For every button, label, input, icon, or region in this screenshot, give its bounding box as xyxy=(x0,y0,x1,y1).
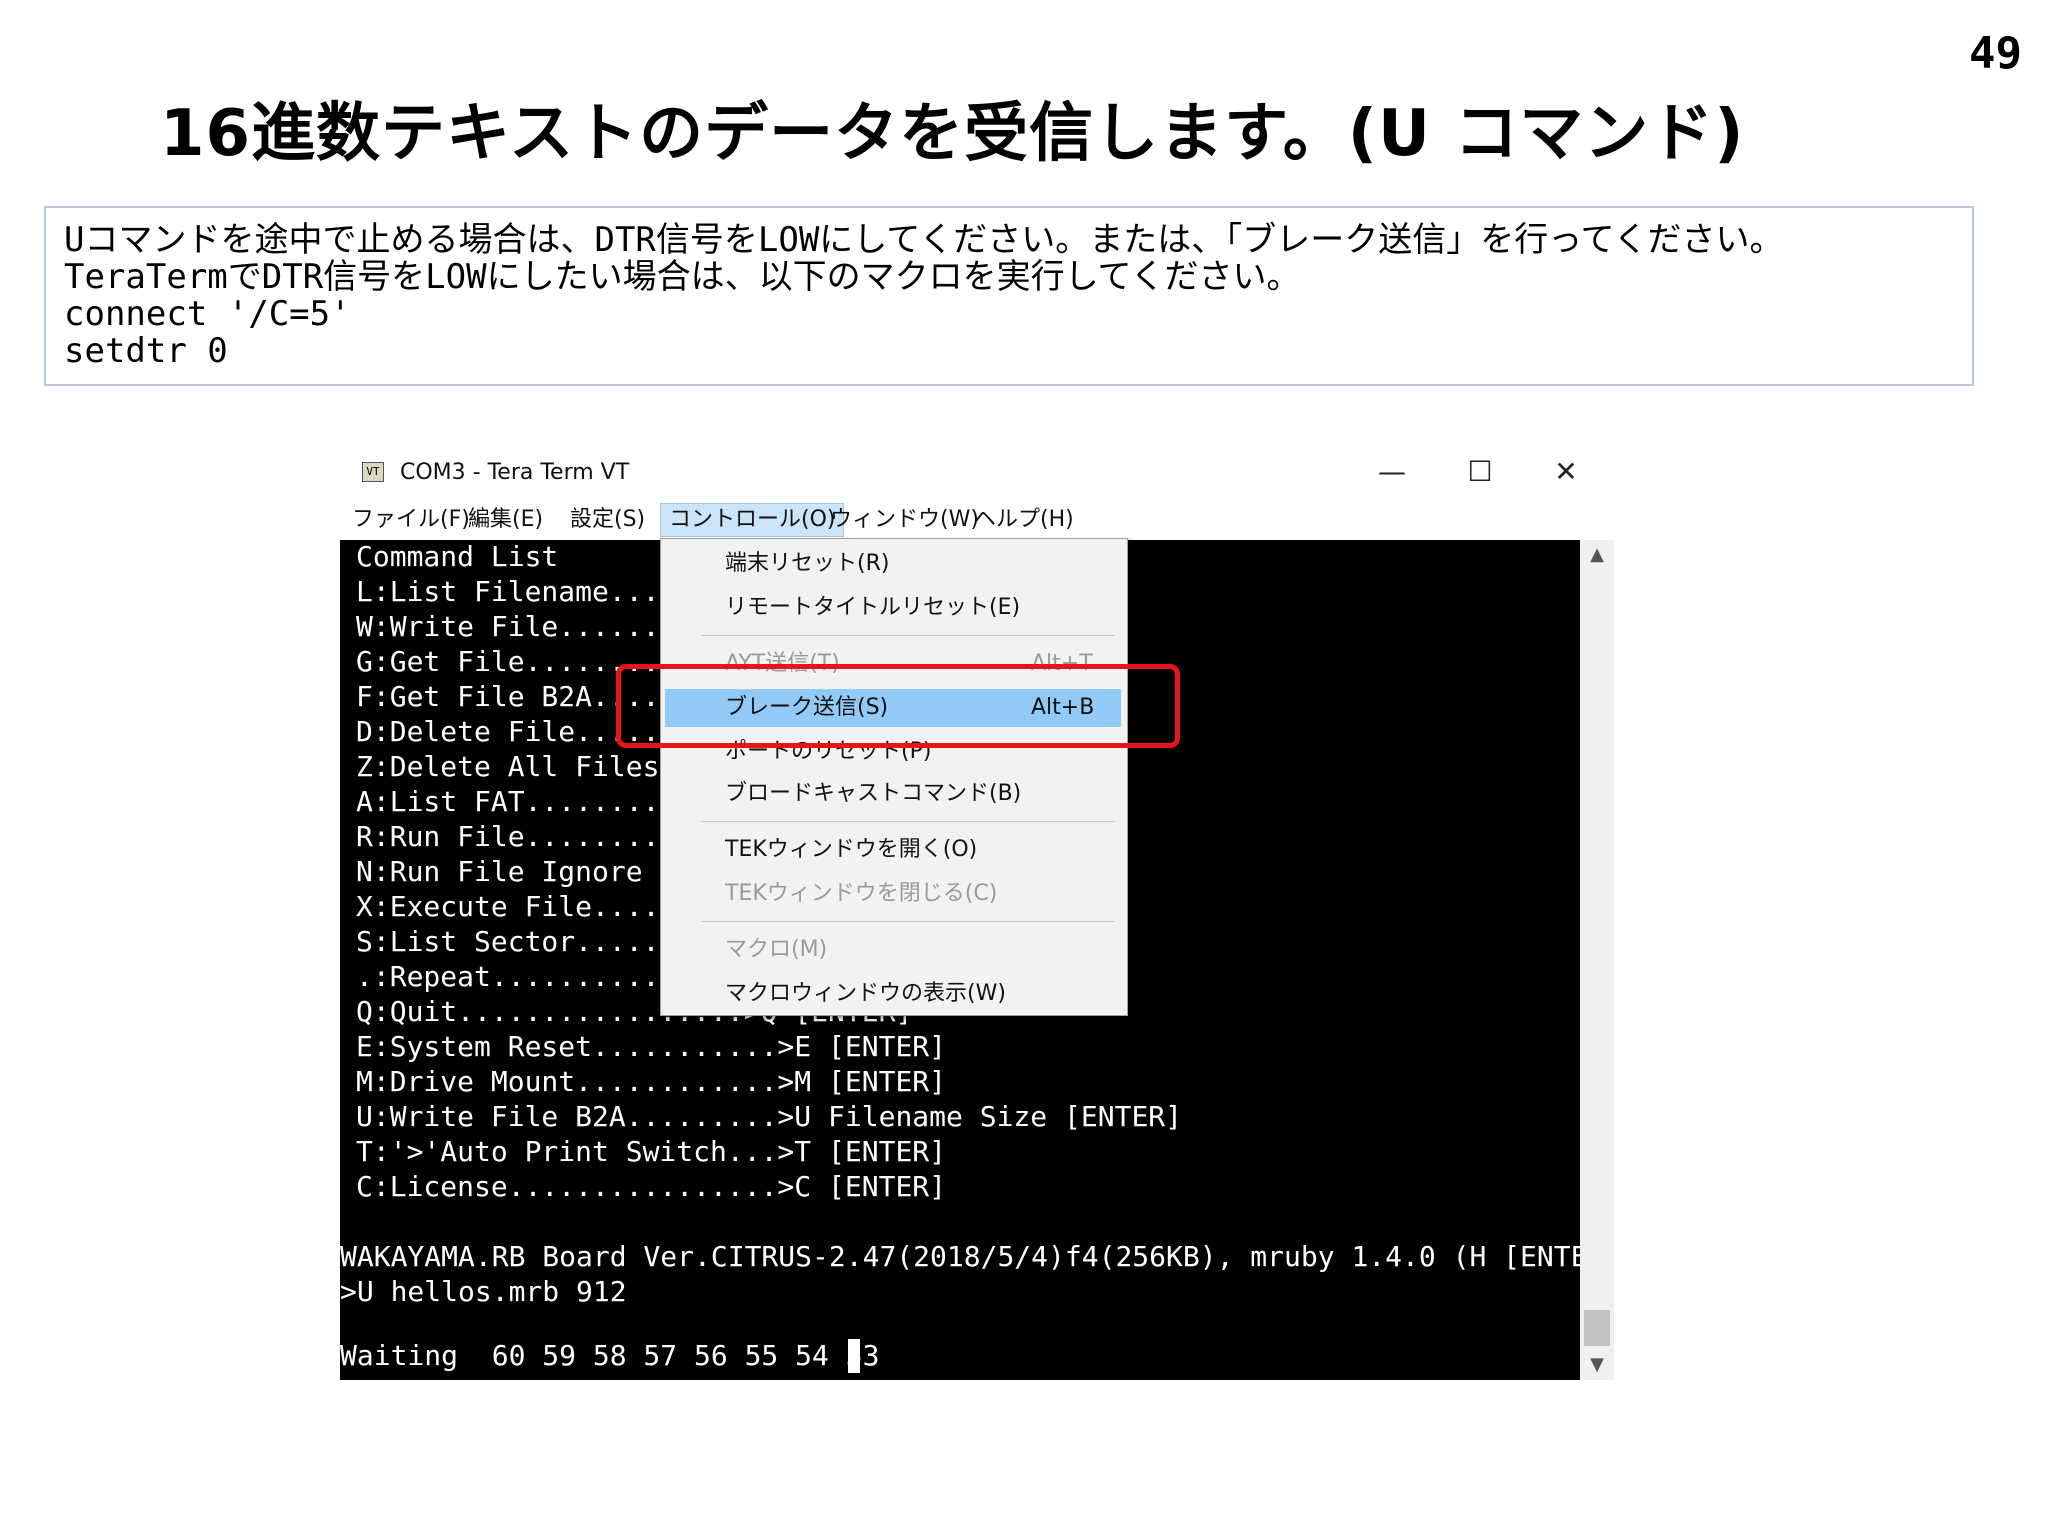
menu-item-close-tek: TEKウィンドウを閉じる(C) xyxy=(725,881,998,906)
page-number: 49 xyxy=(1969,28,2022,79)
terminal-line: M:Drive Mount............>M [ENTER] xyxy=(356,1065,947,1098)
terminal-line: T:'>'Auto Print Switch...>T [ENTER] xyxy=(356,1135,947,1168)
minimize-button[interactable]: — xyxy=(1364,454,1420,490)
menu-item-open-tek[interactable]: TEKウィンドウを開く(O) xyxy=(665,831,1121,869)
terminal-line: A:List FAT......... xyxy=(356,785,677,818)
terminal-line: WAKAYAMA.RB Board Ver.CITRUS-2.47(2018/5… xyxy=(340,1240,1580,1273)
menu-item-macro: マクロ(M) xyxy=(725,937,828,962)
terminal-line: W:Write File....... xyxy=(356,610,677,643)
menu-bar: ファイル(F) 編集(E) 設定(S) コントロール(O) ウィンドウ(W) ヘ… xyxy=(340,500,1614,540)
terminal-line: U:Write File B2A.........>U Filename Siz… xyxy=(356,1100,1183,1133)
note-box: Uコマンドを途中で止める場合は、DTR信号をLOWにしてください。または、「ブレ… xyxy=(44,206,1974,386)
terminal-line: N:Run File Ignore b xyxy=(356,855,677,888)
terminal-line: S:List Sector...... xyxy=(356,925,677,958)
terminal-line: Command List xyxy=(356,540,559,573)
note-code-line: setdtr 0 xyxy=(64,331,228,371)
menu-item-broadcast-command[interactable]: ブロードキャストコマンド(B) xyxy=(665,775,1121,813)
title-bar[interactable]: VT COM3 - Tera Term VT — ☐ ✕ xyxy=(340,450,1614,496)
terminal-line: X:Execute File..... xyxy=(356,890,677,923)
control-menu-dropdown: 端末リセット(R) リモートタイトルリセット(E) AYT送信(T) Alt+T… xyxy=(660,538,1128,1016)
terminal-line: C:License................>C [ENTER] xyxy=(356,1170,947,1203)
menu-item-remote-title-reset[interactable]: リモートタイトルリセット(E) xyxy=(665,589,1121,627)
menu-item-terminal-reset[interactable]: 端末リセット(R) xyxy=(665,545,1121,583)
scroll-down-icon[interactable]: ▼ xyxy=(1580,1350,1614,1380)
menu-edit[interactable]: 編集(E) xyxy=(460,504,551,536)
menu-separator xyxy=(701,921,1115,922)
red-highlight-box xyxy=(616,664,1180,748)
scroll-thumb[interactable] xyxy=(1584,1310,1610,1346)
terminal-line: Waiting 60 59 58 57 56 55 54 53 xyxy=(340,1339,880,1372)
maximize-button[interactable]: ☐ xyxy=(1452,454,1508,490)
menu-separator xyxy=(701,635,1115,636)
terminal-line: L:List Filename.... xyxy=(356,575,677,608)
terminal-cursor xyxy=(848,1339,860,1373)
note-line: Uコマンドを途中で止める場合は、DTR信号をLOWにしてください。または、「ブレ… xyxy=(64,220,1784,260)
terminal-line: Z:Delete All Files. xyxy=(356,750,677,783)
terminal-line: .:Repeat........... xyxy=(356,960,677,993)
note-line: TeraTermでDTR信号をLOWにしたい場合は、以下のマクロを実行してくださ… xyxy=(64,257,1301,297)
note-code-line: connect '/C=5' xyxy=(64,294,351,334)
scroll-up-icon[interactable]: ▲ xyxy=(1580,540,1614,570)
slide-title: 16進数テキストのデータを受信します。(U コマンド) xyxy=(160,97,1745,171)
menu-control[interactable]: コントロール(O) xyxy=(660,503,845,537)
vertical-scrollbar[interactable]: ▲ ▼ xyxy=(1580,540,1614,1380)
terminal-line: >U hellos.mrb 912 xyxy=(340,1275,627,1308)
close-button[interactable]: ✕ xyxy=(1538,454,1594,490)
menu-separator xyxy=(701,821,1115,822)
terminal-line: R:Run File......... xyxy=(356,820,677,853)
menu-file[interactable]: ファイル(F) xyxy=(344,504,478,536)
window-title: COM3 - Tera Term VT xyxy=(400,460,630,485)
menu-item-show-macro-window[interactable]: マクロウィンドウの表示(W) xyxy=(665,975,1121,1013)
menu-help[interactable]: ヘルプ(H) xyxy=(966,504,1082,536)
menu-setup[interactable]: 設定(S) xyxy=(562,504,653,536)
teraterm-app-icon: VT xyxy=(362,462,384,482)
menu-window[interactable]: ウィンドウ(W) xyxy=(822,504,987,536)
terminal-line: E:System Reset...........>E [ENTER] xyxy=(356,1030,947,1063)
